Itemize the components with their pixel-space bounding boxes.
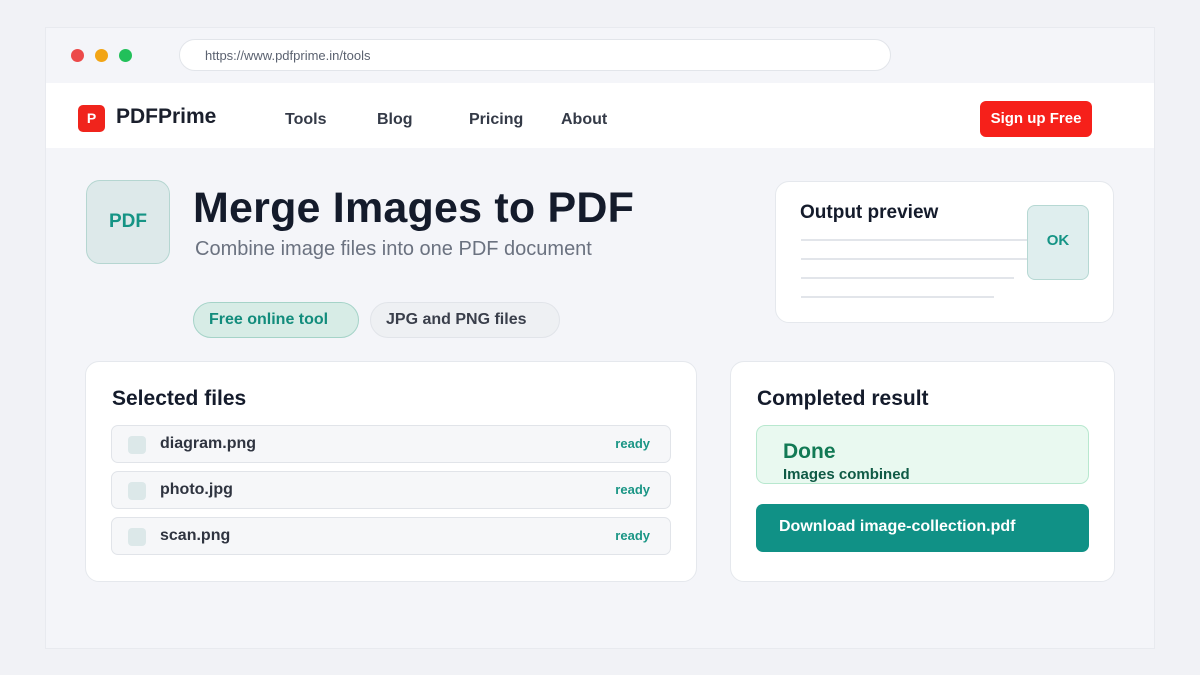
ok-badge: OK xyxy=(1027,205,1089,280)
completed-result-title: Completed result xyxy=(757,387,929,410)
brand-name[interactable]: PDFPrime xyxy=(116,105,216,129)
file-checkbox[interactable] xyxy=(128,528,146,546)
done-status-title: Done xyxy=(783,440,836,463)
file-checkbox[interactable] xyxy=(128,436,146,454)
preview-text-line xyxy=(801,239,1041,241)
file-row[interactable]: photo.jpg ready xyxy=(111,471,671,509)
output-preview-title: Output preview xyxy=(800,202,939,223)
logo-icon[interactable]: P xyxy=(78,105,105,132)
signup-button[interactable]: Sign up Free xyxy=(980,101,1092,137)
file-name: scan.png xyxy=(160,527,231,544)
file-checkbox[interactable] xyxy=(128,482,146,500)
chip-jpg-png-files: JPG and PNG files xyxy=(370,302,560,338)
nav-link-blog[interactable]: Blog xyxy=(377,111,413,129)
site-navbar: P PDFPrime Tools Blog Pricing About Sign… xyxy=(46,83,1154,148)
preview-text-line xyxy=(801,258,1033,260)
file-status-badge: ready xyxy=(615,482,650,497)
selected-files-card: Selected files diagram.png ready photo.j… xyxy=(85,361,697,582)
preview-text-line xyxy=(801,296,994,298)
completed-result-card: Completed result Done Images combined Do… xyxy=(730,361,1115,582)
page-title: Merge Images to PDF xyxy=(193,184,635,232)
address-bar-url: https://www.pdfprime.in/tools xyxy=(205,48,371,63)
file-status-badge: ready xyxy=(615,528,650,543)
nav-link-tools[interactable]: Tools xyxy=(285,111,326,129)
browser-chrome: https://www.pdfprime.in/tools xyxy=(46,28,1154,83)
maximize-window-dot[interactable] xyxy=(119,49,132,62)
done-status-subtitle: Images combined xyxy=(783,466,910,483)
file-name: diagram.png xyxy=(160,435,257,452)
file-status-badge: ready xyxy=(615,436,650,451)
nav-link-about[interactable]: About xyxy=(561,111,607,129)
file-row[interactable]: diagram.png ready xyxy=(111,425,671,463)
address-bar[interactable]: https://www.pdfprime.in/tools xyxy=(179,39,891,71)
page-subtitle: Combine image files into one PDF documen… xyxy=(195,238,592,260)
minimize-window-dot[interactable] xyxy=(95,49,108,62)
nav-link-pricing[interactable]: Pricing xyxy=(469,111,523,129)
chip-free-online-tool: Free online tool xyxy=(193,302,359,338)
pdf-file-icon: PDF xyxy=(86,180,170,264)
selected-files-title: Selected files xyxy=(112,387,247,410)
file-row[interactable]: scan.png ready xyxy=(111,517,671,555)
file-name: photo.jpg xyxy=(160,481,233,498)
download-pdf-button[interactable]: Download image-collection.pdf xyxy=(756,504,1089,552)
done-status-box: Done Images combined xyxy=(756,425,1089,484)
output-preview-card: Output preview OK xyxy=(775,181,1114,323)
browser-window: https://www.pdfprime.in/tools P PDFPrime… xyxy=(46,28,1154,648)
preview-text-line xyxy=(801,277,1014,279)
close-window-dot[interactable] xyxy=(71,49,84,62)
